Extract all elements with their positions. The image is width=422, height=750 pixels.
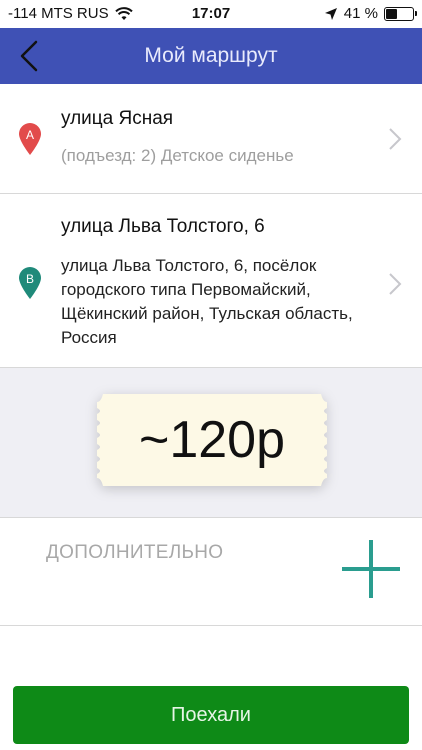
- marker-a-icon: A: [18, 122, 42, 156]
- marker-b-label: B: [25, 272, 34, 286]
- nav-bar: Мой маршрут: [0, 28, 422, 84]
- point-b-address: улица Льва Толстого, 6, посёлок городско…: [61, 256, 353, 347]
- location-arrow-icon: [324, 7, 337, 20]
- point-a-title: улица Ясная: [61, 108, 174, 129]
- page-title: Мой маршрут: [144, 44, 278, 67]
- price-area: ~120р: [0, 368, 422, 518]
- price-ticket: ~120р: [97, 394, 327, 486]
- route-point-b[interactable]: улица Льва Толстого, 6 B улица Льва Толс…: [0, 194, 422, 368]
- point-b-title: улица Льва Толстого, 6: [61, 216, 265, 237]
- go-button[interactable]: Поехали: [13, 686, 409, 744]
- additional-label: ДОПОЛНИТЕЛЬНО: [46, 542, 224, 563]
- marker-b-icon: B: [18, 266, 42, 300]
- point-a-subtitle: (подъезд: 2) Детское сиденье: [61, 146, 294, 165]
- status-bar: -114 MTS RUS 17:07 41 %: [0, 0, 422, 28]
- plus-icon[interactable]: [340, 538, 402, 600]
- battery-icon: [384, 6, 417, 21]
- battery-percent: 41 %: [343, 5, 378, 22]
- route-point-a[interactable]: A улица Ясная (подъезд: 2) Детское сиден…: [0, 84, 422, 194]
- price-value: ~120р: [138, 411, 286, 469]
- chevron-right-icon: [389, 128, 402, 150]
- marker-a-label: A: [25, 128, 34, 142]
- battery-fill: [386, 8, 397, 19]
- status-right: 41 %: [324, 5, 417, 22]
- additional-options-row[interactable]: ДОПОЛНИТЕЛЬНО: [0, 518, 422, 626]
- chevron-right-icon: [389, 273, 402, 295]
